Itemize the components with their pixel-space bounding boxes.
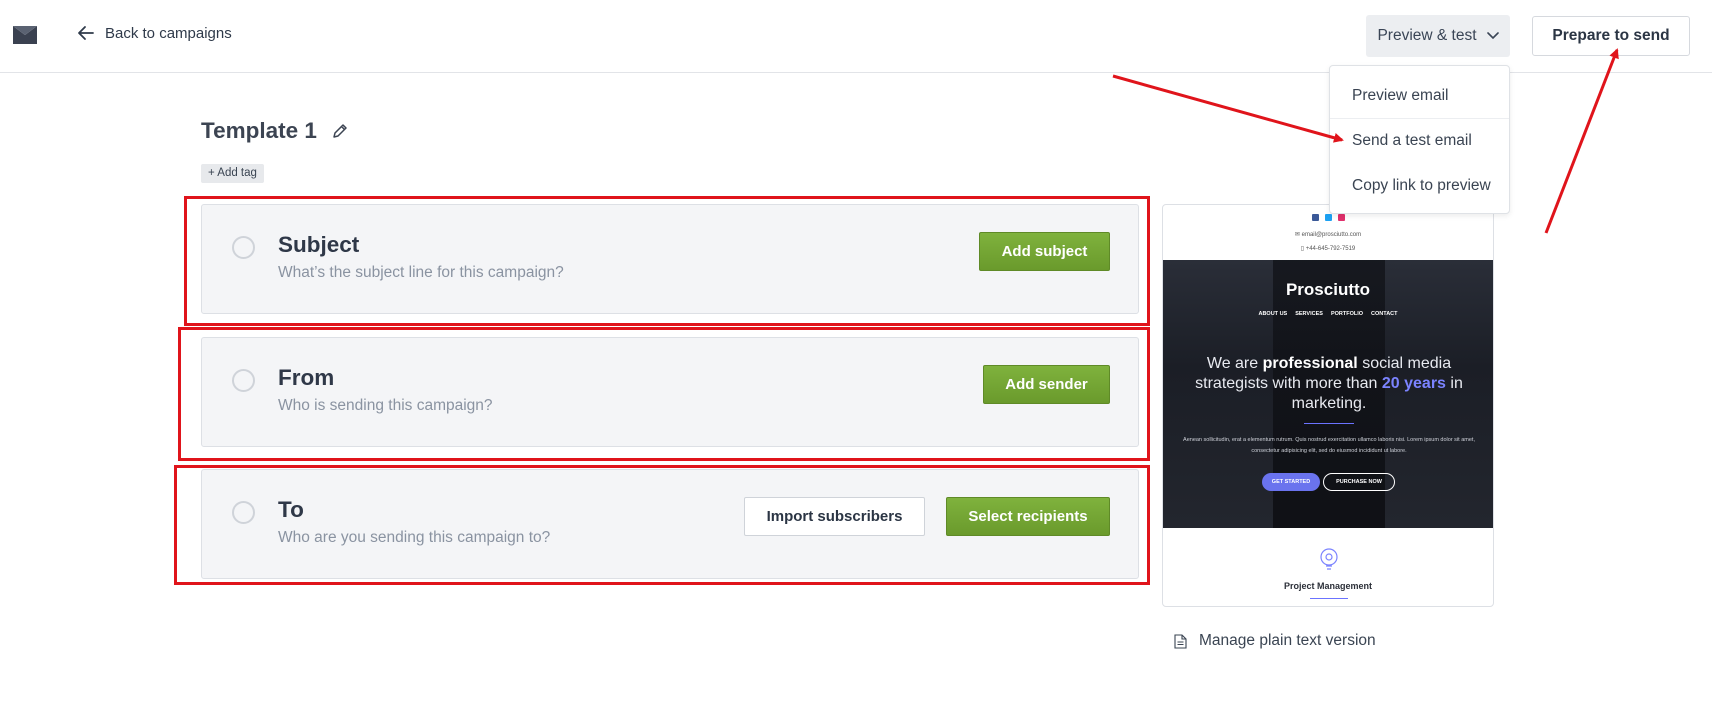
preview-brand: Prosciutto: [1285, 280, 1371, 299]
from-status-radio: [232, 369, 255, 392]
manage-plain-text-link[interactable]: Manage plain text version: [1174, 632, 1376, 650]
import-subscribers-button[interactable]: Import subscribers: [744, 497, 925, 536]
menu-item-send-test-email[interactable]: Send a test email: [1352, 132, 1472, 150]
preview-nav-item: ABOUT US: [1258, 311, 1288, 317]
lightbulb-gear-icon: [1320, 548, 1338, 570]
pencil-edit-icon[interactable]: [331, 122, 349, 140]
from-card: From Who is sending this campaign? Add s…: [201, 337, 1139, 447]
preview-headline: We are professional social media strateg…: [1195, 355, 1463, 412]
top-bar: Back to campaigns Preview & test Prepare…: [0, 0, 1712, 73]
preview-nav-item: PORTFOLIO: [1330, 311, 1364, 317]
prepare-to-send-button[interactable]: Prepare to send: [1532, 16, 1690, 56]
from-title: From: [278, 365, 335, 390]
preview-section-divider: [1310, 598, 1348, 599]
from-subtitle: Who is sending this campaign?: [278, 397, 493, 414]
subject-title: Subject: [278, 232, 360, 257]
email-preview-thumbnail[interactable]: ✉ email@prosciutto.com ▯ +44-645-792-751…: [1162, 204, 1494, 607]
subject-card: Subject What’s the subject line for this…: [201, 204, 1139, 314]
preview-purchase-now-button: PURCHASE NOW: [1323, 473, 1395, 491]
to-status-radio: [232, 501, 255, 524]
menu-divider: [1330, 118, 1509, 119]
preview-test-dropdown: Preview email Send a test email Copy lin…: [1329, 65, 1510, 214]
preview-body-text: Aenean sollicitudin, erat a elementum ru…: [1183, 437, 1475, 454]
select-recipients-button[interactable]: Select recipients: [946, 497, 1110, 536]
preview-get-started-button: GET STARTED: [1262, 473, 1320, 491]
to-card: To Who are you sending this campaign to?…: [201, 469, 1139, 579]
arrow-left-icon: [78, 26, 94, 40]
plain-text-label: Manage plain text version: [1199, 632, 1376, 649]
page-title: Template 1: [201, 118, 317, 143]
preview-email: ✉ email@prosciutto.com: [1294, 232, 1362, 238]
subject-status-radio: [232, 236, 255, 259]
preview-and-test-label: Preview & test: [1377, 27, 1477, 44]
add-tag-button[interactable]: + Add tag: [201, 164, 264, 183]
preview-phone: ▯ +44-645-792-7519: [1300, 246, 1356, 252]
twitter-icon: [1324, 214, 1332, 221]
add-subject-button[interactable]: Add subject: [979, 232, 1110, 271]
to-title: To: [278, 497, 304, 522]
back-to-campaigns-link[interactable]: Back to campaigns: [77, 24, 232, 42]
add-sender-button[interactable]: Add sender: [983, 365, 1110, 404]
preview-hero: Prosciutto ABOUT US SERVICES PORTFOLIO C…: [1163, 260, 1493, 528]
subject-subtitle: What’s the subject line for this campaig…: [278, 264, 564, 281]
preview-nav: ABOUT US SERVICES PORTFOLIO CONTACT: [1163, 311, 1493, 317]
menu-item-preview-email[interactable]: Preview email: [1352, 87, 1448, 105]
template-title-row: Template 1: [201, 118, 349, 144]
social-icons: [1163, 214, 1493, 221]
menu-item-copy-link[interactable]: Copy link to preview: [1352, 177, 1491, 195]
facebook-icon: [1311, 214, 1319, 221]
to-subtitle: Who are you sending this campaign to?: [278, 529, 551, 546]
arrow-to-prepare-to-send: [1544, 48, 1619, 234]
envelope-icon: ✉: [1294, 232, 1302, 238]
instagram-icon: [1337, 214, 1345, 221]
chevron-down-icon: [1486, 32, 1499, 40]
preview-divider: [1304, 423, 1354, 424]
preview-section-title: Project Management: [1283, 581, 1373, 591]
preview-and-test-button[interactable]: Preview & test: [1366, 15, 1510, 57]
preview-nav-item: SERVICES: [1295, 311, 1323, 317]
preview-nav-item: CONTACT: [1371, 311, 1398, 317]
document-icon: [1174, 633, 1187, 649]
mail-logo-icon[interactable]: [13, 26, 37, 44]
back-label: Back to campaigns: [105, 24, 232, 42]
arrow-to-send-test-email: [1112, 74, 1344, 143]
